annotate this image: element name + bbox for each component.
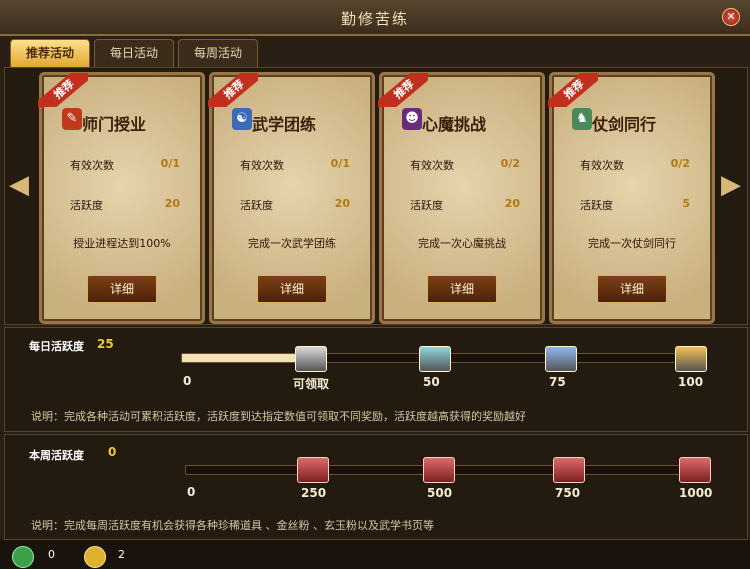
detail-button[interactable]: 详细 <box>597 275 667 303</box>
milestone-label: 750 <box>555 486 581 500</box>
row-label: 有效次数 <box>240 159 284 172</box>
detail-button[interactable]: 详细 <box>427 275 497 303</box>
daily-label: 每日活跃度 <box>29 340 84 353</box>
tab-daily[interactable]: 每日活动 <box>94 39 174 67</box>
detail-button[interactable]: 详细 <box>87 275 157 303</box>
tab-recommended[interactable]: 推荐活动 <box>10 39 90 67</box>
gold-coin-icon <box>84 546 106 568</box>
ribbon-label: 推荐 <box>38 73 88 107</box>
chest-icon[interactable] <box>545 346 577 372</box>
card-title: 仗剑同行 <box>592 115 657 134</box>
row-value: 20 <box>504 197 520 210</box>
row-value: 0/1 <box>330 157 350 170</box>
milestone-label: 1000 <box>679 486 713 500</box>
activity-card-master: 推荐 ✎ 师门授业 有效次数 0/1 活跃度 20 授业进程达到100% 详细 <box>38 72 205 324</box>
chest-icon[interactable] <box>423 457 455 483</box>
milestone-label: 75 <box>549 375 566 389</box>
row-value: 20 <box>334 197 350 210</box>
card-description: 授业进程达到100% <box>73 237 171 250</box>
activity-card-group-training: 推荐 ☯ 武学团练 有效次数 0/1 活跃度 20 完成一次武学团练 详细 <box>208 72 375 324</box>
attempts-row: 有效次数 0/1 <box>70 157 180 173</box>
row-value: 0/2 <box>500 157 520 170</box>
chest-icon[interactable] <box>295 346 327 372</box>
activity-card-sword-companion: 推荐 ♞ 仗剑同行 有效次数 0/2 活跃度 5 完成一次仗剑同行 详细 <box>548 72 715 324</box>
team-icon: ☯ <box>232 108 252 130</box>
activity-points-row: 活跃度 20 <box>410 197 520 213</box>
recommend-ribbon: 推荐 <box>38 73 88 107</box>
chest-icon[interactable] <box>679 457 711 483</box>
jade-coin-value: 0 <box>48 548 55 561</box>
activity-points-row: 活跃度 20 <box>240 197 350 213</box>
activity-card-demon-challenge: 推荐 ☻ 心魔挑战 有效次数 0/2 活跃度 20 完成一次心魔挑战 详细 <box>378 72 545 324</box>
weekly-value: 0 <box>108 445 117 459</box>
row-label: 活跃度 <box>580 199 613 212</box>
attempts-row: 有效次数 0/2 <box>580 157 690 173</box>
chest-icon[interactable] <box>419 346 451 372</box>
detail-button[interactable]: 详细 <box>257 275 327 303</box>
row-value: 5 <box>682 197 690 210</box>
card-title: 武学团练 <box>252 115 317 134</box>
scroll-icon: ✎ <box>62 108 82 130</box>
title-bar: 勤修苦练 ✕ <box>0 0 750 36</box>
card-description: 完成一次仗剑同行 <box>588 237 676 250</box>
currency-bar: 0 2 <box>0 540 750 569</box>
daily-note: 说明：完成各种活动可累积活跃度，活跃度到达指定数值可领取不同奖励，活跃度越高获得… <box>31 410 526 423</box>
recommend-ribbon: 推荐 <box>378 73 428 107</box>
progress-start-label: 0 <box>187 485 196 499</box>
weekly-activity-section: 本周活跃度 0 0 250 500 750 1000 说明：完成每周活跃度有机会… <box>4 434 748 540</box>
activity-points-row: 活跃度 20 <box>70 197 180 213</box>
card-description: 完成一次武学团练 <box>248 237 336 250</box>
row-label: 有效次数 <box>410 159 454 172</box>
weekly-note: 说明：完成每周活跃度有机会获得各种珍稀道具 、金丝粉 、玄玉粉以及武学书页等 <box>31 519 434 532</box>
milestone-label: 可领取 <box>293 377 330 391</box>
tab-weekly[interactable]: 每周活动 <box>178 39 258 67</box>
milestone-label: 500 <box>427 486 453 500</box>
swordsman-icon: ♞ <box>572 108 592 130</box>
gold-coin-value: 2 <box>118 548 125 561</box>
mask-icon: ☻ <box>402 108 422 130</box>
jade-coin-icon <box>12 546 34 568</box>
milestone-label: 50 <box>423 375 440 389</box>
next-arrow-icon[interactable]: ▶ <box>720 160 742 210</box>
recommend-ribbon: 推荐 <box>548 73 598 107</box>
activity-points-row: 活跃度 5 <box>580 197 690 213</box>
ribbon-label: 推荐 <box>208 73 258 107</box>
daily-value: 25 <box>97 337 114 351</box>
daily-activity-section: 每日活跃度 25 0 可领取 50 75 100 说明：完成各种活动可累积活跃度… <box>4 327 748 432</box>
window-title: 勤修苦练 <box>340 10 409 28</box>
milestone-label: 100 <box>678 375 704 389</box>
card-description: 完成一次心魔挑战 <box>418 237 506 250</box>
row-label: 活跃度 <box>70 199 103 212</box>
attempts-row: 有效次数 0/2 <box>410 157 520 173</box>
row-label: 活跃度 <box>410 199 443 212</box>
activity-window: 勤修苦练 ✕ 推荐活动 每日活动 每周活动 ◀ ▶ 推荐 ✎ 师门授业 有效次数… <box>0 0 750 569</box>
row-value: 0/2 <box>670 157 690 170</box>
ribbon-label: 推荐 <box>548 73 598 107</box>
milestone-label: 250 <box>301 486 327 500</box>
chest-icon[interactable] <box>553 457 585 483</box>
chest-icon[interactable] <box>675 346 707 372</box>
card-title: 心魔挑战 <box>422 115 487 134</box>
row-label: 活跃度 <box>240 199 273 212</box>
progress-start-label: 0 <box>183 374 192 388</box>
recommend-ribbon: 推荐 <box>208 73 258 107</box>
ribbon-label: 推荐 <box>378 73 428 107</box>
daily-progress-fill <box>182 354 312 362</box>
row-label: 有效次数 <box>580 159 624 172</box>
row-value: 0/1 <box>160 157 180 170</box>
card-title: 师门授业 <box>82 115 147 134</box>
row-value: 20 <box>164 197 180 210</box>
chest-icon[interactable] <box>297 457 329 483</box>
row-label: 有效次数 <box>70 159 114 172</box>
weekly-label: 本周活跃度 <box>29 449 84 462</box>
prev-arrow-icon[interactable]: ◀ <box>8 160 30 210</box>
attempts-row: 有效次数 0/1 <box>240 157 350 173</box>
close-icon[interactable]: ✕ <box>722 8 740 26</box>
